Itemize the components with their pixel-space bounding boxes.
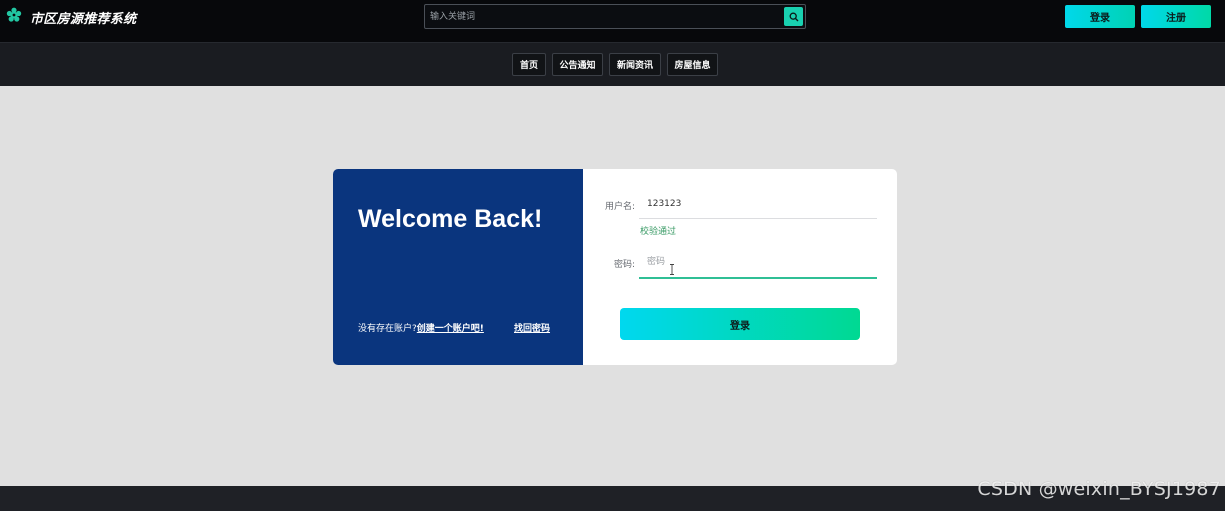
no-account-text: 没有存在账户? — [358, 324, 417, 334]
nav-item-news[interactable]: 新闻资讯 — [609, 53, 661, 76]
login-card: Welcome Back! 没有存在账户? 创建一个账户吧! 找回密码 用户名:… — [333, 169, 897, 365]
search-icon — [789, 7, 799, 26]
header-login-button[interactable]: 登录 — [1065, 5, 1135, 28]
validation-message: 校验通过 — [640, 227, 677, 237]
forgot-password-link[interactable]: 找回密码 — [514, 321, 550, 334]
nav-item-home[interactable]: 首页 — [512, 53, 546, 76]
brand[interactable]: 市区房源推荐系统 — [6, 7, 136, 27]
search-button[interactable] — [784, 7, 803, 26]
watermark: CSDN @weixin_BYSJ1987 — [977, 478, 1221, 500]
welcome-heading: Welcome Back! — [358, 205, 543, 233]
nav-item-notices[interactable]: 公告通知 — [552, 53, 603, 76]
username-label: 用户名: — [605, 202, 636, 212]
header-register-button[interactable]: 注册 — [1141, 5, 1211, 28]
username-underline — [639, 218, 877, 219]
welcome-panel: Welcome Back! 没有存在账户? 创建一个账户吧! 找回密码 — [333, 169, 583, 365]
password-label: 密码: — [614, 260, 636, 270]
top-bar: 市区房源推荐系统 登录 注册 — [0, 0, 1225, 42]
app-title: 市区房源推荐系统 — [30, 11, 137, 27]
search-box — [424, 4, 806, 29]
signup-prompt: 没有存在账户? 创建一个账户吧! — [358, 321, 484, 334]
nav-bar: 首页 公告通知 新闻资讯 房屋信息 — [0, 42, 1225, 86]
login-form: 用户名: 校验通过 密码: 登录 — [583, 169, 897, 365]
password-underline — [639, 277, 877, 279]
search-input[interactable] — [427, 7, 779, 26]
nav-item-houses[interactable]: 房屋信息 — [667, 53, 718, 76]
text-cursor-icon — [669, 260, 675, 275]
create-account-link[interactable]: 创建一个账户吧! — [417, 321, 484, 334]
login-submit-button[interactable]: 登录 — [620, 308, 860, 340]
username-input[interactable] — [639, 193, 877, 215]
gear-flower-icon — [6, 7, 22, 27]
